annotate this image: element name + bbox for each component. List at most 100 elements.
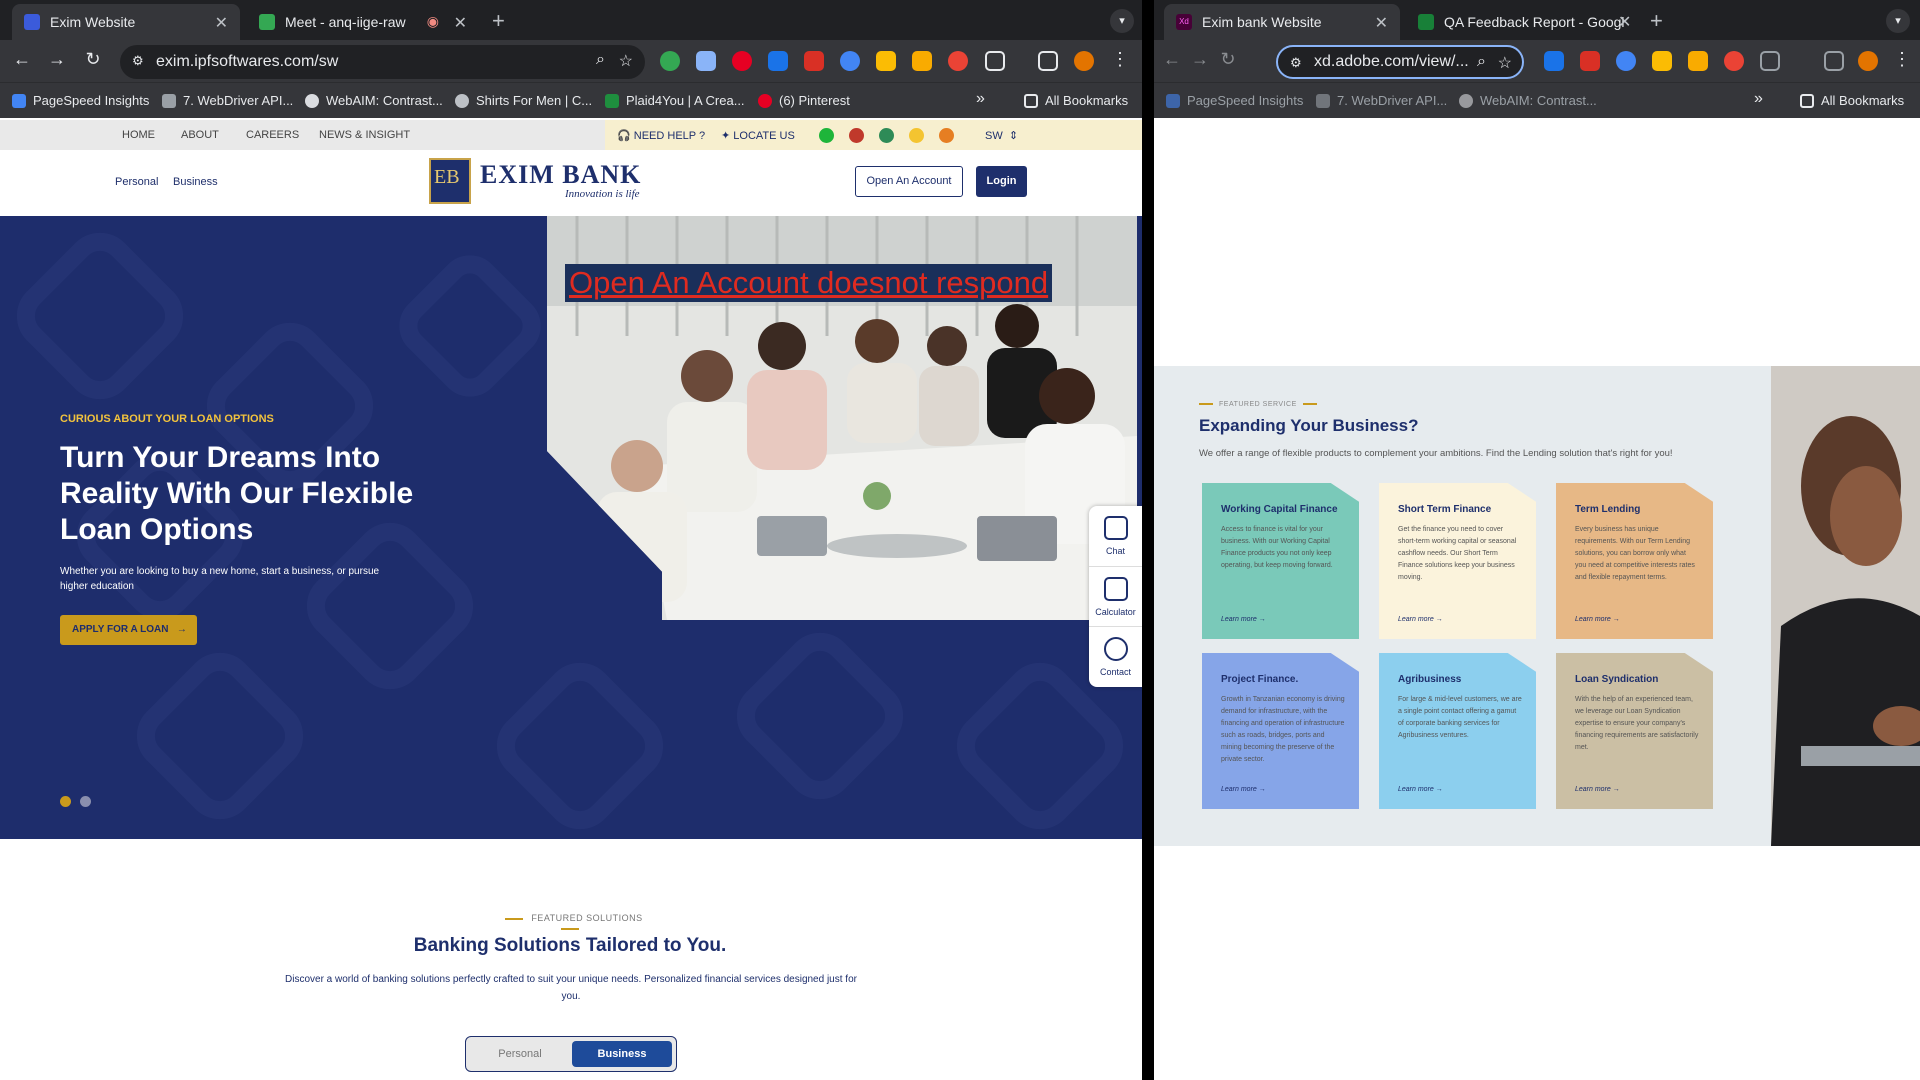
site-info-icon[interactable]: ⚙ bbox=[132, 53, 144, 69]
nav-about[interactable]: ABOUT bbox=[181, 129, 219, 141]
locate-us-link[interactable]: ✦ LOCATE US bbox=[721, 129, 795, 142]
search-extension-icon[interactable] bbox=[840, 51, 860, 71]
flag-tanzania-icon[interactable] bbox=[819, 128, 834, 143]
more-menu-icon[interactable]: ⋮ bbox=[1890, 49, 1914, 70]
stop-extension-icon[interactable] bbox=[804, 51, 824, 71]
colorpick-extension-icon[interactable] bbox=[1652, 51, 1672, 71]
contact-widget-button[interactable]: Contact bbox=[1089, 626, 1142, 686]
bookmark-star-icon[interactable]: ☆ bbox=[619, 51, 633, 71]
back-icon[interactable]: ← bbox=[10, 49, 34, 70]
apply-loan-button[interactable]: APPLY FOR A LOAN → bbox=[60, 615, 197, 645]
magnet-extension-icon[interactable] bbox=[1724, 51, 1744, 71]
chat-widget-button[interactable]: Chat bbox=[1089, 506, 1142, 566]
service-card-loan-syndication[interactable]: Loan Syndication With the help of an exp… bbox=[1556, 653, 1713, 809]
service-card-agribusiness[interactable]: Agribusiness For large & mid-level custo… bbox=[1379, 653, 1536, 809]
close-tab-icon[interactable]: ✕ bbox=[1375, 13, 1388, 33]
language-select[interactable]: SW ⇕ bbox=[985, 129, 1018, 142]
header-business-link[interactable]: Business bbox=[173, 176, 218, 188]
pinterest-extension-icon[interactable] bbox=[732, 51, 752, 71]
puzzle-extensions-icon[interactable] bbox=[985, 51, 1005, 71]
bookmark-item[interactable]: WebAIM: Contrast... bbox=[1459, 93, 1597, 108]
forward-icon[interactable]: → bbox=[45, 49, 69, 70]
tab-search-icon[interactable]: ▾ bbox=[1886, 9, 1910, 33]
site-info-icon[interactable]: ⚙ bbox=[1290, 55, 1302, 71]
reload-icon[interactable]: ↻ bbox=[81, 49, 105, 70]
login-button[interactable]: Login bbox=[976, 166, 1027, 197]
tab-exim-website[interactable]: Exim Website ✕ bbox=[12, 4, 240, 40]
zoom-icon[interactable]: ⌕ bbox=[1477, 53, 1486, 71]
learn-more-link[interactable]: Learn more → bbox=[1398, 786, 1443, 793]
all-bookmarks-folder[interactable]: All Bookmarks bbox=[1024, 93, 1128, 108]
colorpick-extension-icon[interactable] bbox=[876, 51, 896, 71]
zoom-icon[interactable]: ⌕ bbox=[596, 51, 605, 69]
carousel-dot-active[interactable] bbox=[60, 796, 71, 807]
flag-djibouti-icon[interactable] bbox=[909, 128, 924, 143]
tab-xd-exim[interactable]: Xd Exim bank Website ✕ bbox=[1164, 4, 1400, 40]
more-menu-icon[interactable]: ⋮ bbox=[1108, 49, 1132, 70]
bookmark-item[interactable]: PageSpeed Insights bbox=[1166, 93, 1303, 108]
need-help-link[interactable]: 🎧 NEED HELP ? bbox=[617, 129, 705, 142]
more-bookmarks-icon[interactable]: » bbox=[976, 90, 985, 108]
more-bookmarks-icon[interactable]: » bbox=[1754, 90, 1763, 108]
bookmark-item[interactable]: Shirts For Men | C... bbox=[455, 93, 592, 108]
learn-more-link[interactable]: Learn more → bbox=[1575, 786, 1620, 793]
address-bar[interactable]: ⚙ exim.ipfsoftwares.com/sw ⌕ ☆ bbox=[120, 45, 645, 79]
stop-extension-icon[interactable] bbox=[1580, 51, 1600, 71]
a-extension-icon[interactable] bbox=[1688, 51, 1708, 71]
close-tab-icon[interactable]: ✕ bbox=[215, 13, 228, 33]
tab-meet[interactable]: Meet - anq-iige-raw ◉ ✕ bbox=[247, 4, 479, 40]
toggle-personal[interactable]: Personal bbox=[470, 1041, 570, 1067]
service-card-term-lending[interactable]: Term Lending Every business has unique r… bbox=[1556, 483, 1713, 639]
close-tab-icon[interactable]: ✕ bbox=[1618, 12, 1631, 32]
profile-avatar[interactable] bbox=[1858, 51, 1878, 71]
side-panel-icon[interactable] bbox=[1038, 51, 1058, 71]
toggle-business[interactable]: Business bbox=[572, 1041, 672, 1067]
docs-extension-icon[interactable] bbox=[696, 51, 716, 71]
logo-mark[interactable]: EB bbox=[429, 158, 471, 204]
bookmark-item[interactable]: PageSpeed Insights bbox=[12, 93, 149, 108]
grammarly-extension-icon[interactable] bbox=[660, 51, 680, 71]
back-icon[interactable]: ← bbox=[1160, 49, 1184, 70]
bookmark-item[interactable]: 7. WebDriver API... bbox=[1316, 93, 1447, 108]
header-personal-link[interactable]: Personal bbox=[115, 176, 158, 188]
bookmark-star-icon[interactable]: ☆ bbox=[1498, 53, 1512, 73]
tab-qa-feedback[interactable]: QA Feedback Report - Googl bbox=[1406, 4, 1780, 40]
learn-more-link[interactable]: Learn more → bbox=[1221, 616, 1266, 623]
fl-extension-icon[interactable] bbox=[1544, 51, 1564, 71]
all-bookmarks-folder[interactable]: All Bookmarks bbox=[1800, 93, 1904, 108]
new-tab-icon[interactable]: + bbox=[492, 8, 505, 34]
flag-uganda-icon[interactable] bbox=[849, 128, 864, 143]
open-account-button[interactable]: Open An Account bbox=[855, 166, 963, 197]
flag-ethiopia-icon[interactable] bbox=[939, 128, 954, 143]
flag-comoros-icon[interactable] bbox=[879, 128, 894, 143]
service-card-project-finance[interactable]: Project Finance. Growth in Tanzanian eco… bbox=[1202, 653, 1359, 809]
learn-more-link[interactable]: Learn more → bbox=[1221, 786, 1266, 793]
learn-more-link[interactable]: Learn more → bbox=[1398, 616, 1443, 623]
service-card-short-term[interactable]: Short Term Finance Get the finance you n… bbox=[1379, 483, 1536, 639]
profile-avatar[interactable] bbox=[1074, 51, 1094, 71]
reload-icon[interactable]: ↻ bbox=[1216, 49, 1240, 70]
puzzle-extensions-icon[interactable] bbox=[1760, 51, 1780, 71]
side-panel-icon[interactable] bbox=[1824, 51, 1844, 71]
learn-more-link[interactable]: Learn more → bbox=[1575, 616, 1620, 623]
carousel-dot[interactable] bbox=[80, 796, 91, 807]
new-tab-icon[interactable]: + bbox=[1650, 8, 1663, 34]
nav-careers[interactable]: CAREERS bbox=[246, 129, 299, 141]
tab-search-icon[interactable]: ▾ bbox=[1110, 9, 1134, 33]
nav-home[interactable]: HOME bbox=[122, 129, 155, 141]
bookmark-item[interactable]: WebAIM: Contrast... bbox=[305, 93, 443, 108]
close-tab-icon[interactable]: ✕ bbox=[454, 13, 467, 33]
logo-name[interactable]: EXIM BANK bbox=[480, 160, 641, 190]
fl-extension-icon[interactable] bbox=[768, 51, 788, 71]
forward-icon[interactable]: → bbox=[1188, 49, 1212, 70]
bookmark-item[interactable]: 7. WebDriver API... bbox=[162, 93, 293, 108]
calculator-widget-button[interactable]: Calculator bbox=[1089, 566, 1142, 626]
address-bar[interactable]: ⚙ xd.adobe.com/view/... ⌕ ☆ bbox=[1276, 45, 1524, 79]
search-extension-icon[interactable] bbox=[1616, 51, 1636, 71]
bookmark-item[interactable]: (6) Pinterest bbox=[758, 93, 850, 108]
a-extension-icon[interactable] bbox=[912, 51, 932, 71]
magnet-extension-icon[interactable] bbox=[948, 51, 968, 71]
bookmark-item[interactable]: Plaid4You | A Crea... bbox=[605, 93, 745, 108]
nav-news-insight[interactable]: NEWS & INSIGHT bbox=[319, 129, 410, 141]
service-card-working-capital[interactable]: Working Capital Finance Access to financ… bbox=[1202, 483, 1359, 639]
